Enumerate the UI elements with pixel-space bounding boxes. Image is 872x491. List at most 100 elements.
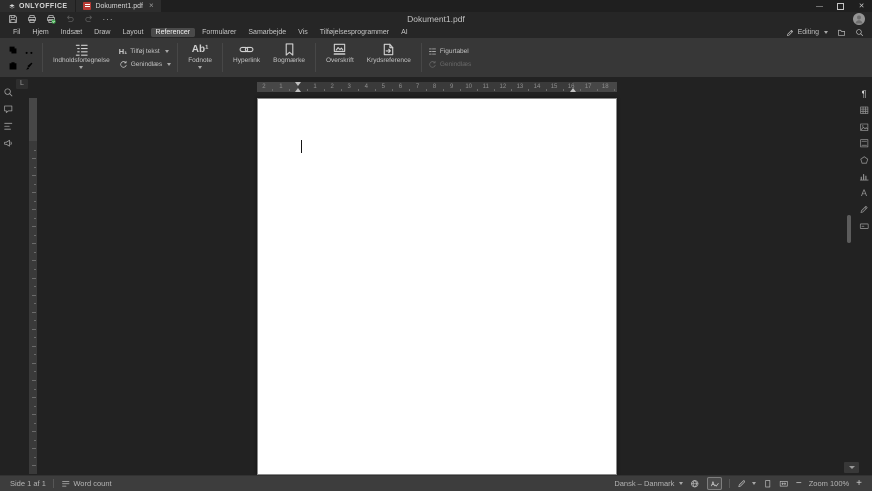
menu-tab-samarbejde[interactable]: Samarbejde: [243, 28, 291, 37]
window-minimize-button[interactable]: —: [809, 0, 830, 12]
undo-icon: [65, 14, 75, 24]
document-page[interactable]: [257, 98, 617, 475]
table-of-figures-button[interactable]: Figurtabel: [428, 47, 471, 56]
vertical-ruler[interactable]: [29, 98, 37, 474]
copy-style-icon: [24, 61, 34, 71]
zoom-in-button[interactable]: +: [856, 479, 862, 489]
zoom-level-label[interactable]: Zoom 100%: [809, 479, 849, 488]
search-button[interactable]: [3, 86, 15, 98]
image-settings-button[interactable]: [858, 121, 870, 133]
print-button[interactable]: [25, 13, 39, 26]
textart-settings-icon: A: [861, 188, 867, 198]
app-logo[interactable]: ONLYOFFICE: [0, 0, 75, 12]
ruler-tick: [511, 89, 512, 91]
spell-check-icon: [710, 479, 720, 489]
shape-settings-button[interactable]: [858, 154, 870, 166]
save-button[interactable]: [6, 13, 20, 26]
first-line-indent-marker[interactable]: [295, 82, 301, 86]
menu-tab-draw[interactable]: Draw: [89, 28, 115, 37]
quick-print-button[interactable]: [44, 13, 58, 26]
table-of-contents-button[interactable]: Indholdsfortegnelse: [49, 38, 114, 77]
menu-tabs: FilHjemIndsætDrawLayoutReferencerFormula…: [8, 28, 413, 37]
window-close-button[interactable]: ✕: [851, 0, 872, 12]
menu-tab-tilfoejelsesprogrammer[interactable]: Tilføjelsesprogrammer: [315, 28, 394, 37]
scroll-down-button[interactable]: [844, 462, 859, 473]
table-settings-button[interactable]: [858, 105, 870, 117]
chart-settings-button[interactable]: [858, 171, 870, 183]
ruler-tick: [32, 192, 36, 193]
word-count-button[interactable]: Word count: [61, 479, 112, 489]
redo-button[interactable]: [82, 13, 96, 26]
menu-tab-fil[interactable]: Fil: [8, 28, 25, 37]
toc-tools-group: H₁ Tilføj tekst Genindlæs: [119, 38, 171, 77]
horizontal-ruler[interactable]: 21123456789101112131415161718: [257, 82, 617, 92]
document-language-button[interactable]: [690, 479, 700, 489]
tab-close-icon[interactable]: ×: [149, 2, 154, 10]
headerfooter-settings-button[interactable]: [858, 138, 870, 150]
menu-tab-hjem[interactable]: Hjem: [27, 28, 53, 37]
image-settings-icon: [859, 122, 870, 133]
cross-reference-button[interactable]: Krydsreference: [363, 38, 415, 77]
menu-tab-vis[interactable]: Vis: [293, 28, 313, 37]
editing-mode-selector[interactable]: Editing: [786, 28, 828, 37]
textart-settings-button[interactable]: A: [858, 187, 870, 199]
window-maximize-button[interactable]: [830, 0, 851, 12]
paragraph-settings-button[interactable]: ¶: [858, 88, 870, 100]
signature-settings-icon: [859, 204, 870, 215]
ruler-tick: [32, 260, 36, 261]
undo-button[interactable]: [63, 13, 77, 26]
zoom-out-button[interactable]: −: [796, 479, 802, 489]
refresh-table-of-figures-button[interactable]: Genindlæs: [428, 60, 471, 69]
ruler-number: 2: [330, 83, 333, 92]
menu-tab-ai[interactable]: AI: [396, 28, 413, 37]
search-button[interactable]: [855, 28, 864, 37]
ruler-tick: [32, 363, 36, 364]
scrollbar-thumb[interactable]: [847, 215, 851, 243]
ruler-number: 4: [365, 83, 368, 92]
language-selector[interactable]: Dansk – Danmark: [614, 479, 683, 488]
bookmark-button[interactable]: Bogmærke: [269, 38, 309, 77]
form-settings-button[interactable]: [858, 220, 870, 232]
cut-button[interactable]: [21, 42, 36, 57]
add-text-button[interactable]: H₁ Tilføj tekst: [119, 47, 171, 56]
ruler-tick: [32, 243, 36, 244]
menu-tab-indsaet[interactable]: Indsæt: [56, 28, 87, 37]
refresh-toc-button[interactable]: Genindlæs: [119, 60, 171, 69]
more-icon: ···: [103, 15, 114, 24]
menu-tab-referencer[interactable]: Referencer: [151, 28, 196, 37]
window-controls: — ✕: [809, 0, 872, 12]
navigation-icon: [3, 121, 14, 132]
left-indent-marker[interactable]: [295, 88, 301, 92]
open-file-location-button[interactable]: [837, 28, 846, 37]
ruler-tick: [32, 226, 36, 227]
more-button[interactable]: ···: [101, 13, 115, 26]
user-avatar[interactable]: [853, 13, 865, 25]
navigation-button[interactable]: [3, 120, 15, 132]
ruler-tick: [34, 269, 36, 270]
footnote-button[interactable]: Ab¹ Fodnote: [184, 38, 216, 77]
menu-tab-layout[interactable]: Layout: [117, 28, 148, 37]
ink-annotation-button[interactable]: [737, 479, 756, 489]
fit-page-button[interactable]: [763, 479, 773, 489]
hyperlink-button[interactable]: Hyperlink: [229, 38, 264, 77]
comments-button[interactable]: [3, 103, 15, 115]
copy-style-button[interactable]: [21, 58, 36, 73]
clipboard-group: [5, 38, 36, 77]
onlyoffice-window: ONLYOFFICE Dokument1.pdf × — ✕ ··· Dokum…: [0, 0, 872, 491]
ruler-number: 2: [262, 83, 265, 92]
menu-tab-formularer[interactable]: Formularer: [197, 28, 241, 37]
signature-settings-button[interactable]: [858, 204, 870, 216]
fit-width-button[interactable]: [779, 479, 789, 489]
paste-button[interactable]: [5, 58, 20, 73]
statusbar-right: Dansk – Danmark − Zoom 100% +: [614, 477, 862, 490]
vertical-scrollbar[interactable]: [846, 79, 852, 459]
document-tab-label: Dokument1.pdf: [95, 3, 142, 10]
spell-check-toggle[interactable]: [707, 477, 723, 490]
caption-button[interactable]: Overskrift: [322, 38, 358, 77]
document-tab[interactable]: Dokument1.pdf ×: [76, 0, 160, 12]
menu-right-controls: Editing: [786, 28, 864, 37]
tab-stop-selector[interactable]: L: [16, 79, 28, 89]
feedback-button[interactable]: [3, 137, 15, 149]
copy-button[interactable]: [5, 42, 20, 57]
refresh-icon: [428, 60, 437, 69]
